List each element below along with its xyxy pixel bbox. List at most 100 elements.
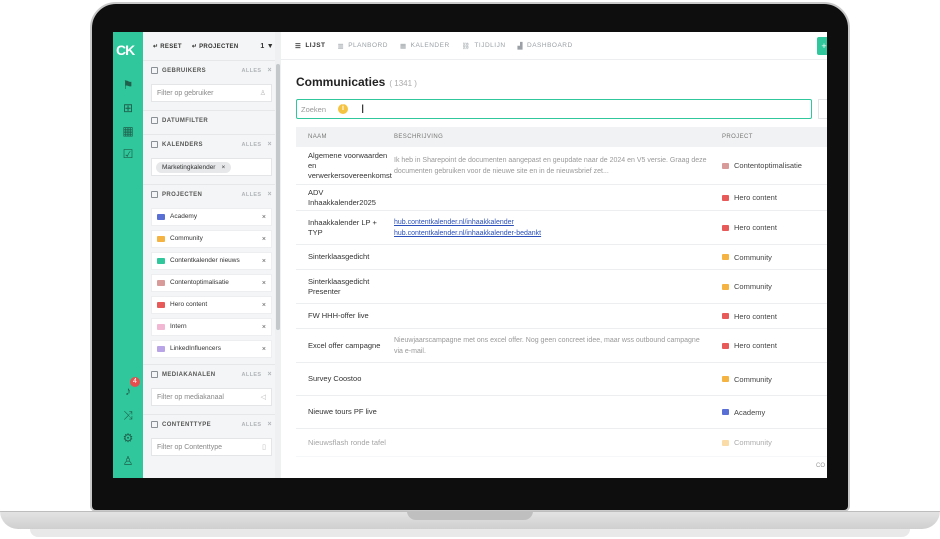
table-row[interactable]: Algemene voorwaarden en verwerkersoveree… (296, 147, 827, 185)
flag-icon[interactable]: ⚑ (121, 78, 135, 92)
shuffle-icon[interactable]: ⤨ (121, 408, 135, 422)
checkbox-icon[interactable] (151, 191, 158, 198)
close-icon[interactable]: × (268, 191, 273, 198)
table-row[interactable]: Sinterklaasgedicht Presenter Community (296, 270, 827, 304)
filter-scrollbar-thumb[interactable] (276, 64, 280, 330)
table-row[interactable]: Inhaakkalender LP + TYP hub.contentkalend… (296, 211, 827, 245)
close-icon[interactable]: × (268, 421, 273, 428)
tab-label: KALENDER (410, 42, 450, 49)
dashboard-icon: ▟ (517, 42, 524, 50)
remove-icon[interactable]: × (262, 214, 266, 221)
section-kalenders[interactable]: KALENDERS ALLES × (143, 134, 280, 154)
filter-toolbar: ↵ RESET ↵ PROJECTEN 1 ▼ (143, 32, 280, 60)
folder-icon (157, 236, 165, 242)
description-link[interactable]: hub.contentkalender.nl/inhaakkalender (394, 217, 708, 228)
filter-count[interactable]: 1 ▼ (260, 43, 274, 50)
remove-icon[interactable]: × (262, 346, 266, 353)
select-all-link[interactable]: ALLES (241, 422, 261, 428)
select-all-link[interactable]: ALLES (241, 68, 261, 74)
close-icon[interactable]: × (268, 67, 273, 74)
calendar-filter-input[interactable]: Marketingkalender × (151, 158, 272, 176)
project-filter-item[interactable]: Intern × (151, 318, 272, 336)
cell-project: Academy (722, 408, 827, 417)
checkbox-icon[interactable] (151, 67, 158, 74)
checkbox-icon[interactable] (151, 117, 158, 124)
header-project[interactable]: PROJECT (722, 134, 827, 140)
folder-icon (722, 439, 729, 446)
table-row[interactable]: FW HHH-offer live Hero content (296, 304, 827, 329)
add-button[interactable]: + (817, 37, 827, 55)
search-options-button[interactable] (818, 99, 827, 119)
app-logo[interactable]: CK (116, 42, 140, 60)
search-input[interactable]: Zoeken i I (296, 99, 812, 119)
project-filter-item[interactable]: Contentoptimalisatie × (151, 274, 272, 292)
table-row[interactable]: Survey Coostoo Community (296, 363, 827, 396)
tab-label: PLANBORD (348, 42, 388, 49)
checkbox-icon[interactable]: ☑ (121, 147, 135, 161)
select-all-link[interactable]: ALLES (241, 192, 261, 198)
cell-description: hub.contentkalender.nl/inhaakkalender hub… (394, 217, 722, 239)
checkbox-icon[interactable] (151, 371, 158, 378)
close-icon[interactable]: × (268, 141, 273, 148)
project-filter-item[interactable]: LinkedInfluencers × (151, 340, 272, 358)
project-filter-label: Hero content (170, 301, 208, 308)
remove-icon[interactable]: × (262, 324, 266, 331)
header-description[interactable]: BESCHRIJVING (394, 134, 722, 140)
project-filter-item[interactable]: Hero content × (151, 296, 272, 314)
laptop-notch (407, 511, 533, 520)
remove-icon[interactable]: × (262, 236, 266, 243)
remove-icon[interactable]: × (262, 258, 266, 265)
remove-icon[interactable]: × (262, 280, 266, 287)
cell-project: Community (722, 253, 827, 262)
user-icon[interactable]: ♙ (121, 454, 135, 468)
table-row[interactable]: Sinterklaasgedicht Community (296, 245, 827, 270)
select-all-link[interactable]: ALLES (241, 372, 261, 378)
section-datumfilter[interactable]: DATUMFILTER (143, 110, 280, 130)
calendar-icon: ▦ (399, 42, 407, 50)
calendar-icon[interactable]: ▦ (121, 124, 135, 138)
user-icon: ♙ (259, 90, 266, 97)
reset-button[interactable]: ↵ RESET (153, 43, 182, 50)
media-filter-input[interactable]: Filter op mediakanaal ◁ (151, 388, 272, 406)
folder-icon (722, 224, 729, 231)
tab-kalender[interactable]: ▦ KALENDER (400, 42, 450, 50)
remove-chip-icon[interactable]: × (221, 164, 225, 171)
calendar-chip[interactable]: Marketingkalender × (156, 161, 232, 173)
description-link[interactable]: hub.contentkalender.nl/inhaakkalender-be… (394, 228, 708, 239)
section-contenttype[interactable]: CONTENTTYPE ALLES × (143, 414, 280, 434)
table-row[interactable]: Nieuwsflash ronde tafel Community (296, 429, 827, 457)
section-projecten[interactable]: PROJECTEN ALLES × (143, 184, 280, 204)
user-filter-input[interactable]: Filter op gebruiker ♙ (151, 84, 272, 102)
table-row[interactable]: Excel offer campagne Nieuwjaarscampagne m… (296, 329, 827, 363)
add-item-icon[interactable]: ⊞ (121, 101, 135, 115)
header-name[interactable]: NAAM (296, 134, 394, 140)
remove-icon[interactable]: × (262, 302, 266, 309)
project-filter-item[interactable]: Contentkalender nieuws × (151, 252, 272, 270)
gear-icon[interactable]: ⚙ (121, 431, 135, 445)
select-all-link[interactable]: ALLES (241, 142, 261, 148)
item-count: ( 1341 ) (389, 79, 417, 88)
section-mediakanalen[interactable]: MEDIAKANALEN ALLES × (143, 364, 280, 384)
project-filter-item[interactable]: Community × (151, 230, 272, 248)
tab-tijdlijn[interactable]: ⛓ TIJDLIJN (462, 42, 506, 50)
board-icon: ▥ (337, 42, 345, 50)
checkbox-icon[interactable] (151, 421, 158, 428)
checkbox-icon[interactable] (151, 141, 158, 148)
folder-icon (157, 280, 165, 286)
main-content: ☰ LIJST ▥ PLANBORD ▦ KALENDER ⛓ TIJDLIJN ▟ DASHBO… (281, 32, 827, 478)
projecten-button[interactable]: ↵ PROJECTEN (192, 43, 239, 50)
close-icon[interactable]: × (268, 371, 273, 378)
cell-project: Hero content (722, 193, 827, 202)
cell-name: Survey Coostoo (308, 374, 362, 383)
project-label: Hero content (734, 223, 777, 232)
tab-lijst[interactable]: ☰ LIJST (295, 42, 326, 50)
cell-project: Contentoptimalisatie (722, 161, 827, 170)
project-filter-item[interactable]: Academy × (151, 208, 272, 226)
tab-dashboard[interactable]: ▟ DASHBOARD (518, 42, 573, 50)
info-icon[interactable]: i (338, 104, 349, 114)
table-row[interactable]: Nieuwe tours PF live Academy (296, 396, 827, 429)
contenttype-filter-input[interactable]: Filter op Contenttype ▯ (151, 438, 272, 456)
section-gebruikers[interactable]: GEBRUIKERS ALLES × (143, 60, 280, 80)
table-row[interactable]: ADV Inhaakkalender2025 Hero content (296, 185, 827, 211)
tab-planbord[interactable]: ▥ PLANBORD (338, 42, 388, 50)
